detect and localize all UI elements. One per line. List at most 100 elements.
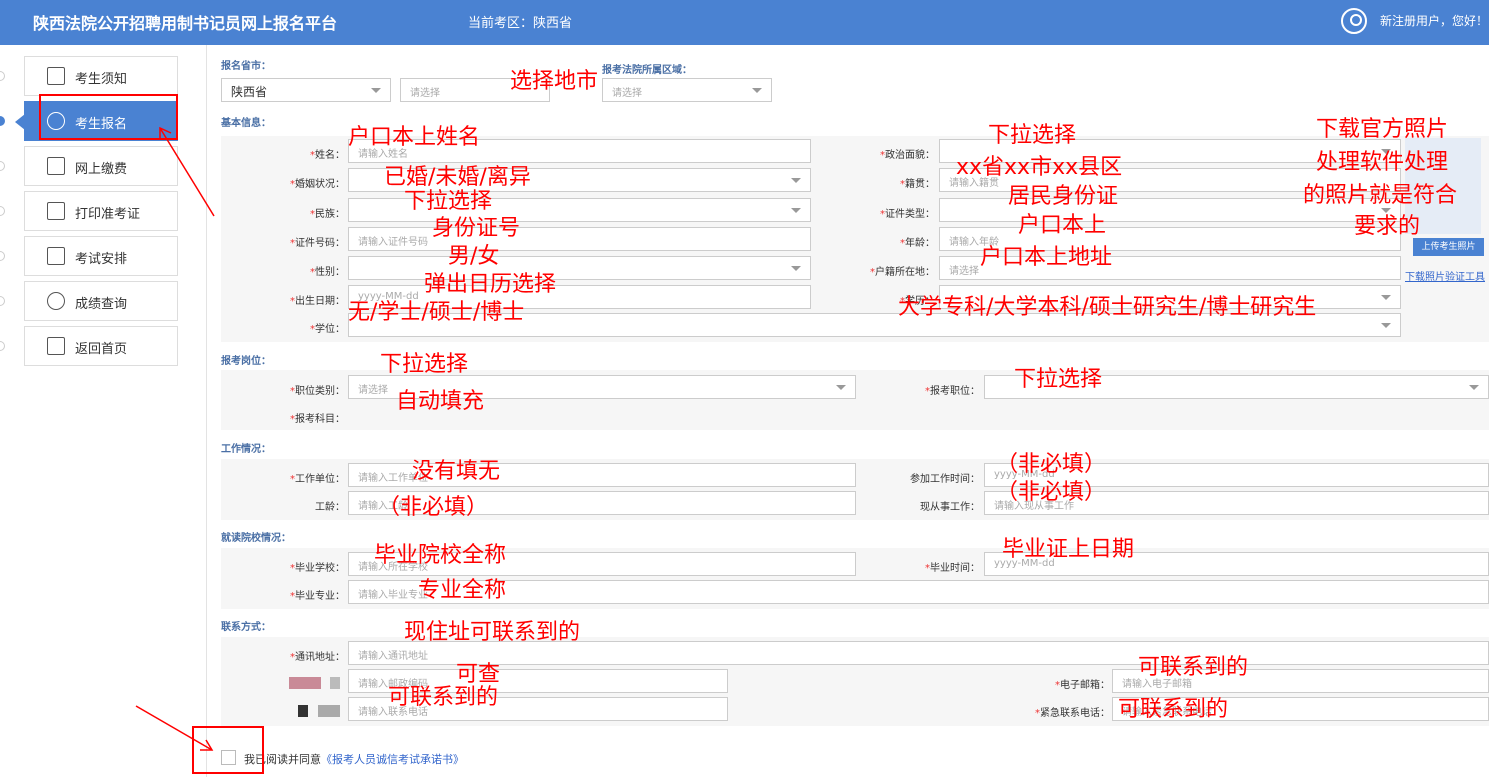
- document-icon: [47, 247, 65, 265]
- province-label: 报名省市：: [221, 61, 271, 72]
- idno-label: *证件号码：: [290, 238, 345, 249]
- annotation: 户口本上: [1018, 213, 1107, 238]
- user-icon[interactable]: [1341, 8, 1367, 34]
- politics-label: *政治面貌：: [880, 150, 935, 161]
- annotation: 身份证号: [432, 216, 521, 241]
- sidebar-item-scores[interactable]: 成绩查询: [24, 281, 178, 321]
- sidebar-item-home[interactable]: 返回首页: [24, 326, 178, 366]
- court-label: 报考法院所属区域：: [602, 65, 692, 76]
- sidebar-dot: [0, 251, 5, 261]
- sidebar-item-label: 网上缴费: [75, 162, 128, 177]
- annotation: （非必填）: [378, 495, 489, 520]
- idno-input[interactable]: 请输入证件号码: [348, 227, 811, 251]
- annotation: 自动填充: [396, 389, 485, 414]
- download-photo-tool-link[interactable]: 下载照片验证工具: [1405, 268, 1485, 283]
- phone-label-blurred: [298, 705, 308, 717]
- sidebar-item-notice[interactable]: 考生须知: [24, 56, 178, 96]
- sidebar-dot: [0, 161, 5, 171]
- phone-label-blurred: [318, 705, 340, 717]
- monitor-icon: [47, 157, 65, 175]
- curwork-label: 现从事工作：: [920, 502, 980, 513]
- app-title: 陕西法院公开招聘用制书记员网上报名平台: [33, 14, 338, 33]
- school-label: *毕业学校：: [290, 563, 345, 574]
- idtype-label: *证件类型：: [880, 209, 935, 220]
- notice-icon: [47, 67, 65, 85]
- province-select[interactable]: 陕西省: [221, 78, 391, 102]
- zip-label-blurred: [330, 677, 340, 689]
- annotation: 下载官方照片: [1316, 117, 1449, 142]
- annotation: 选择地市: [510, 69, 599, 94]
- upload-photo-button[interactable]: 上传考生照片: [1413, 238, 1484, 256]
- annotation: 可联系到的: [1138, 655, 1249, 680]
- sidebar-item-label: 返回首页: [75, 342, 128, 357]
- workstart-label: 参加工作时间：: [910, 474, 980, 485]
- annotation: （非必填）: [996, 452, 1107, 477]
- pledge-link[interactable]: 《报考人员诚信考试承诺书》: [321, 753, 464, 766]
- user-greeting[interactable]: 新注册用户，您好！: [1380, 12, 1488, 29]
- school-section-title: 就读院校情况：: [221, 533, 291, 544]
- sidebar: 考生须知 考生报名 网上缴费 打印准考证 考试安排 成绩查询 返回首页: [0, 45, 207, 777]
- sidebar-item-label: 打印准考证: [75, 207, 141, 222]
- birth-label: *出生日期：: [290, 296, 345, 307]
- name-label: *姓名：: [310, 150, 345, 161]
- employer-label: *工作单位：: [290, 474, 345, 485]
- annotation: 处理软件处理: [1316, 150, 1449, 175]
- search-icon: [47, 292, 65, 310]
- emergency-label: *紧急联系电话：: [1035, 708, 1110, 719]
- annotation: 的照片就是符合: [1303, 183, 1458, 208]
- annotation: 毕业证上日期: [1002, 537, 1135, 562]
- annotation: 要求的: [1354, 214, 1421, 239]
- annotation: 居民身份证: [1008, 184, 1119, 209]
- annotation: 下拉选择: [380, 352, 469, 377]
- annotation: 下拉选择: [988, 123, 1077, 148]
- work-section-title: 工作情况：: [221, 444, 271, 455]
- annotation: 户口本上姓名: [348, 125, 481, 150]
- gender-select[interactable]: [348, 256, 811, 280]
- annotation: 下拉选择: [1014, 367, 1103, 392]
- zip-label-blurred: [289, 677, 321, 689]
- native-label: *籍贯：: [900, 179, 935, 190]
- major-input[interactable]: 请输入毕业专业: [348, 580, 1489, 604]
- sidebar-dot: [0, 341, 5, 351]
- post-label: *报考职位：: [925, 386, 980, 397]
- marital-label: *婚姻状况：: [290, 179, 345, 190]
- ethnic-label: *民族：: [310, 209, 345, 220]
- annotation: 已婚/未婚/离异: [384, 165, 531, 190]
- gradtime-label: *毕业时间：: [925, 563, 980, 574]
- basic-section-title: 基本信息：: [221, 118, 271, 129]
- annotation: 无/学士/硕士/博士: [348, 300, 525, 325]
- sidebar-dot: [0, 206, 5, 216]
- annotation: 下拉选择: [404, 189, 493, 214]
- sidebar-item-schedule[interactable]: 考试安排: [24, 236, 178, 276]
- contact-section-title: 联系方式：: [221, 622, 271, 633]
- major-label: *毕业专业：: [290, 591, 345, 602]
- annotation: 弹出日历选择: [424, 272, 557, 297]
- email-label: *电子邮箱：: [1055, 680, 1110, 691]
- annotation: 户口本上地址: [980, 245, 1113, 270]
- annotation: 专业全称: [418, 578, 507, 603]
- hukou-label: *户籍所在地：: [870, 267, 935, 278]
- annotation: 可查: [456, 662, 501, 687]
- sidebar-item-payment[interactable]: 网上缴费: [24, 146, 178, 186]
- gender-label: *性别：: [310, 267, 345, 278]
- sidebar-dot: [0, 71, 5, 81]
- annotation: 毕业院校全称: [374, 543, 507, 568]
- sidebar-item-label: 考试安排: [75, 252, 128, 267]
- position-section-title: 报考岗位：: [221, 356, 271, 367]
- sidebar-item-label: 考生须知: [75, 72, 128, 87]
- court-select[interactable]: 请选择: [602, 78, 772, 102]
- address-label: *通讯地址：: [290, 652, 345, 663]
- top-header: 陕西法院公开招聘用制书记员网上报名平台 当前考区：陕西省 新注册用户，您好！: [0, 0, 1489, 45]
- annotation: （非必填）: [996, 480, 1107, 505]
- annotation: xx省xx市xx县区: [956, 155, 1123, 180]
- annotation: 现住址可联系到的: [404, 620, 581, 645]
- sidebar-item-print-ticket[interactable]: 打印准考证: [24, 191, 178, 231]
- annotation: 可联系到的: [388, 685, 499, 710]
- age-label: *年龄：: [900, 238, 935, 249]
- sidebar-dot: [0, 296, 5, 306]
- subject-label: *报考科目：: [290, 414, 345, 425]
- annotation: 大学专科/大学本科/硕士研究生/博士研究生: [898, 295, 1317, 320]
- annotation: 没有填无: [412, 459, 501, 484]
- annotation: 男/女: [448, 244, 500, 269]
- sidebar-dot-active: [0, 116, 5, 126]
